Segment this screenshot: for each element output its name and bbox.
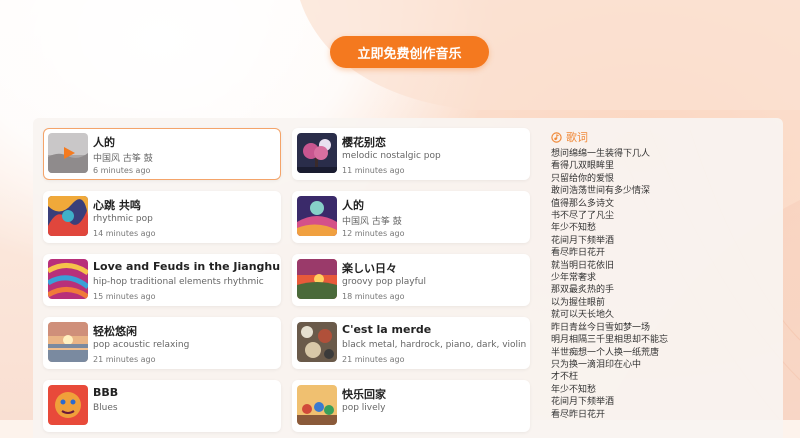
song-card[interactable]: 轻松悠闲 pop acoustic relaxing 21 minutes ago <box>43 317 281 369</box>
song-time: 6 minutes ago <box>93 166 151 175</box>
lyric-line: 只留给你的爱恨 <box>551 173 615 184</box>
song-title: BBB <box>93 386 119 399</box>
song-title: C'est la merde <box>342 323 432 336</box>
song-card[interactable]: 心跳 共鸣 rhythmic pop 14 minutes ago <box>43 191 281 243</box>
song-tags: rhythmic pop <box>93 214 153 224</box>
lyric-line: 明月相隔三千里相思却不能忘 <box>551 335 669 346</box>
lyric-line: 才不枉 <box>551 372 579 383</box>
song-card[interactable]: Love and Feuds in the Jianghu hip-hop tra… <box>43 254 281 306</box>
song-title: 轻松悠闲 <box>93 325 137 338</box>
lyric-line: 看得几双眼眸里 <box>551 161 615 172</box>
lyric-line: 看尽昨日花开 <box>551 248 606 259</box>
lyric-line: 就当明日花依旧 <box>551 260 615 271</box>
song-cover-image[interactable] <box>297 385 337 425</box>
create-music-button[interactable]: 立即免费创作音乐 <box>330 36 489 68</box>
song-tags: melodic nostalgic pop <box>342 151 441 161</box>
song-card[interactable]: 人的中国风 古筝 鼓 6 minutes ago <box>43 128 281 180</box>
lyrics-title: 歌词 <box>566 131 588 144</box>
song-cover-image[interactable] <box>297 133 337 173</box>
song-time: 15 minutes ago <box>93 292 156 301</box>
lyrics-text: 想问绵绵一生装得下几人 看得几双眼眸里 只留给你的爱恨敢问浩荡世间有多少情深 值得那么… <box>551 148 771 421</box>
lyric-line: 看尽昨日花开 <box>551 409 606 420</box>
lyric-line: 就可以天长地久 <box>551 310 615 321</box>
song-card[interactable]: C'est la merde black metal, hardrock, pia… <box>292 317 530 369</box>
lyric-line: 敢问浩荡世间有多少情深 <box>551 186 651 197</box>
song-tags: Blues <box>93 403 118 413</box>
song-title: 楽しい日々 <box>342 262 397 275</box>
song-time: 11 minutes ago <box>342 166 405 175</box>
song-tags: pop lively <box>342 403 386 413</box>
lyric-line: 想问绵绵一生装得下几人 <box>551 149 651 159</box>
song-time: 12 minutes ago <box>342 229 405 238</box>
song-time: 21 minutes ago <box>342 355 405 364</box>
song-cover-image[interactable] <box>48 196 88 236</box>
lyric-line: 年少不知愁 <box>551 384 597 395</box>
music-note-icon <box>551 131 562 143</box>
song-cover-image[interactable] <box>297 259 337 299</box>
lyric-line: 只为换一滴泪印在心中 <box>551 359 642 370</box>
lyric-line: 少年常奢求 <box>551 273 597 284</box>
song-title: 樱花别恋 <box>342 136 386 149</box>
song-card[interactable]: 楽しい日々 groovy pop playful 18 minutes ago <box>292 254 530 306</box>
lyric-line: 花间月下频举酒 <box>551 397 615 408</box>
song-title: 人的 <box>93 136 115 149</box>
song-cover-play-icon[interactable] <box>48 133 88 173</box>
song-time: 18 minutes ago <box>342 292 405 301</box>
lyrics-header: 歌词 <box>551 129 588 145</box>
lyric-line: 花间月下频举酒 <box>551 235 615 246</box>
song-cover-image[interactable] <box>48 259 88 299</box>
lyric-line: 值得那么多诗文 <box>551 198 615 209</box>
song-title: 心跳 共鸣 <box>93 199 141 212</box>
song-tags: pop acoustic relaxing <box>93 340 190 350</box>
lyric-line: 年少不知愁 <box>551 223 597 234</box>
song-card[interactable]: 樱花别恋 melodic nostalgic pop 11 minutes ago <box>292 128 530 180</box>
song-card[interactable]: BBB Blues <box>43 380 281 432</box>
lyric-line: 书不尽了了凡尘 <box>551 211 615 222</box>
song-title: 人的 <box>342 199 364 212</box>
song-cover-image[interactable] <box>297 196 337 236</box>
lyric-line: 昨日青丝今日雪如梦一场 <box>551 322 651 333</box>
song-card[interactable]: 快乐回家 pop lively <box>292 380 530 432</box>
song-time: 14 minutes ago <box>93 229 156 238</box>
song-tags: black metal, hardrock, piano, dark, viol… <box>342 340 527 350</box>
song-title: Love and Feuds in the Jianghu <box>93 260 281 273</box>
song-tags: groovy pop playful <box>342 277 426 287</box>
song-title: 快乐回家 <box>342 388 386 401</box>
song-tags: hip-hop traditional elements rhythmic <box>93 277 264 287</box>
song-cover-image[interactable] <box>48 322 88 362</box>
song-cover-image[interactable] <box>48 385 88 425</box>
song-tags: 中国风 古筝 鼓 <box>342 217 402 227</box>
song-tags: 中国风 古筝 鼓 <box>93 154 153 164</box>
song-time: 21 minutes ago <box>93 355 156 364</box>
song-cover-image[interactable] <box>297 322 337 362</box>
lyric-line: 以为握住眼前 <box>551 297 606 308</box>
song-card[interactable]: 人的中国风 古筝 鼓 12 minutes ago <box>292 191 530 243</box>
lyric-line: 半世痴想一个人换一纸荒唐 <box>551 347 660 358</box>
lyric-line: 那双最炙热的手 <box>551 285 615 296</box>
